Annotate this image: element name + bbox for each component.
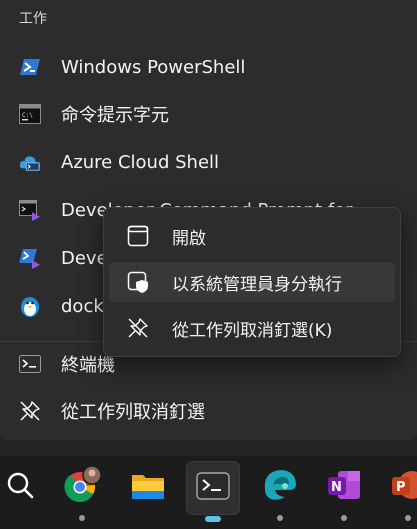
jumplist-item-azure-cloud-shell[interactable]: Azure Cloud Shell (0, 140, 417, 184)
context-menu-label: 從工作列取消釘選(K) (172, 320, 333, 341)
terminal-icon (19, 353, 41, 375)
jumplist-unpin-from-taskbar[interactable]: 從工作列取消釘選 (0, 389, 417, 433)
context-menu-label: 開啟 (172, 228, 206, 249)
jumplist-item-command-prompt[interactable]: C:\ 命令提示字元 (0, 92, 417, 136)
powershell-icon (19, 56, 41, 78)
file-explorer-icon (130, 469, 166, 505)
jumplist-item-powershell[interactable]: Windows PowerShell (0, 45, 417, 89)
running-indicator (341, 515, 347, 521)
unpin-label: 從工作列取消釘選 (61, 402, 205, 423)
running-indicator (79, 515, 85, 521)
jumplist-item-label: Azure Cloud Shell (61, 151, 220, 173)
unpin-icon (19, 400, 41, 422)
jumplist-item-label: 命令提示字元 (61, 105, 169, 126)
context-menu-run-as-admin[interactable]: 以系統管理員身分執行 (109, 262, 395, 302)
context-menu: 開啟 以系統管理員身分執行 從工作列取消釘選(K) (103, 207, 401, 357)
running-indicator (277, 515, 283, 521)
terminal-icon (196, 472, 230, 504)
docker-icon (19, 295, 41, 317)
powerpoint-icon: P (390, 467, 417, 507)
running-indicator (205, 516, 221, 522)
onenote-icon: N (326, 467, 362, 507)
svg-text:N: N (331, 480, 342, 495)
context-menu-open[interactable]: 開啟 (109, 216, 395, 256)
edge-icon (261, 466, 299, 508)
taskbar-edge-button[interactable] (254, 461, 306, 521)
developer-powershell-icon (19, 247, 41, 269)
developer-command-prompt-icon (19, 199, 41, 221)
taskbar-terminal-button[interactable] (186, 461, 240, 522)
command-prompt-icon: C:\ (19, 103, 41, 125)
jumplist-item-label: Windows PowerShell (61, 56, 246, 78)
taskbar-chrome-button[interactable] (56, 461, 108, 521)
open-window-icon (126, 224, 150, 248)
section-header-tasks: 工作 (19, 11, 47, 27)
context-menu-label: 以系統管理員身分執行 (172, 274, 342, 295)
taskbar: N P (0, 456, 417, 529)
svg-text:P: P (396, 480, 406, 495)
azure-cloud-shell-icon (19, 151, 41, 173)
taskbar-search-button[interactable] (0, 461, 46, 513)
search-icon (5, 470, 35, 504)
svg-text:C:\: C:\ (22, 112, 33, 119)
context-menu-unpin[interactable]: 從工作列取消釘選(K) (109, 308, 395, 348)
taskbar-powerpoint-button[interactable]: P (382, 461, 417, 521)
run-as-admin-shield-icon (126, 270, 150, 294)
running-indicator (405, 515, 411, 521)
taskbar-file-explorer-button[interactable] (122, 461, 174, 513)
chrome-icon (62, 465, 102, 509)
unpin-icon (126, 316, 150, 340)
taskbar-onenote-button[interactable]: N (318, 461, 370, 521)
